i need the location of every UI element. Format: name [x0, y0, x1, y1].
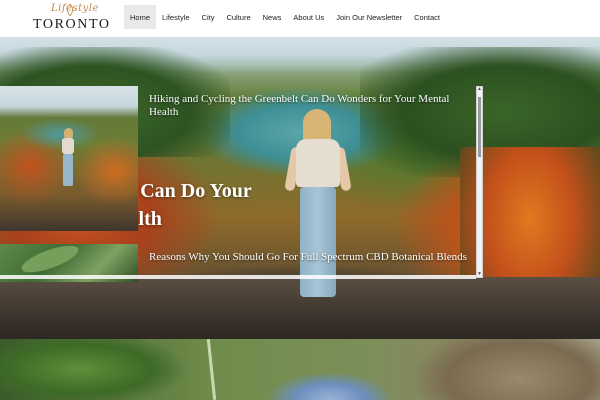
nav-item-about-us[interactable]: About Us [287, 5, 330, 29]
scrollbar-thumb[interactable] [478, 97, 481, 157]
second-feature-image[interactable] [0, 339, 600, 400]
plant-stem [206, 339, 217, 400]
post-slider: Hiking and Cycling the Greenbelt Can Do … [0, 86, 484, 282]
nav-item-news[interactable]: News [257, 5, 288, 29]
scroll-down-arrow-icon[interactable]: ▼ [477, 272, 482, 277]
logo-main-text: TORONTO [33, 17, 111, 32]
site-logo[interactable]: Lifestyle TORONTO [31, 3, 109, 34]
thumbnail-leaf [18, 244, 82, 278]
scroll-up-arrow-icon[interactable]: ▲ [477, 87, 482, 92]
slider-progress-bar [0, 275, 476, 279]
nav-item-city[interactable]: City [196, 5, 221, 29]
slider-caption-cbd[interactable]: Reasons Why You Should Go For Full Spect… [149, 251, 469, 264]
site-header: Lifestyle TORONTO Home Lifestyle City Cu… [0, 0, 600, 37]
slider-scrollbar[interactable]: ▲ ▼ [476, 86, 483, 278]
slider-thumbnail-hiking[interactable] [0, 86, 138, 231]
thumbnail-hiker-figure [60, 128, 76, 188]
slider-caption-hiking[interactable]: Hiking and Cycling the Greenbelt Can Do … [149, 93, 469, 119]
nav-item-culture[interactable]: Culture [220, 5, 256, 29]
main-nav: Home Lifestyle City Culture News About U… [124, 5, 446, 29]
nav-item-contact[interactable]: Contact [408, 5, 446, 29]
nav-item-newsletter[interactable]: Join Our Newsletter [330, 5, 408, 29]
logo-script-text: Lifestyle [51, 3, 99, 14]
nav-item-home[interactable]: Home [124, 5, 157, 29]
nav-item-lifestyle[interactable]: Lifestyle [156, 5, 196, 29]
